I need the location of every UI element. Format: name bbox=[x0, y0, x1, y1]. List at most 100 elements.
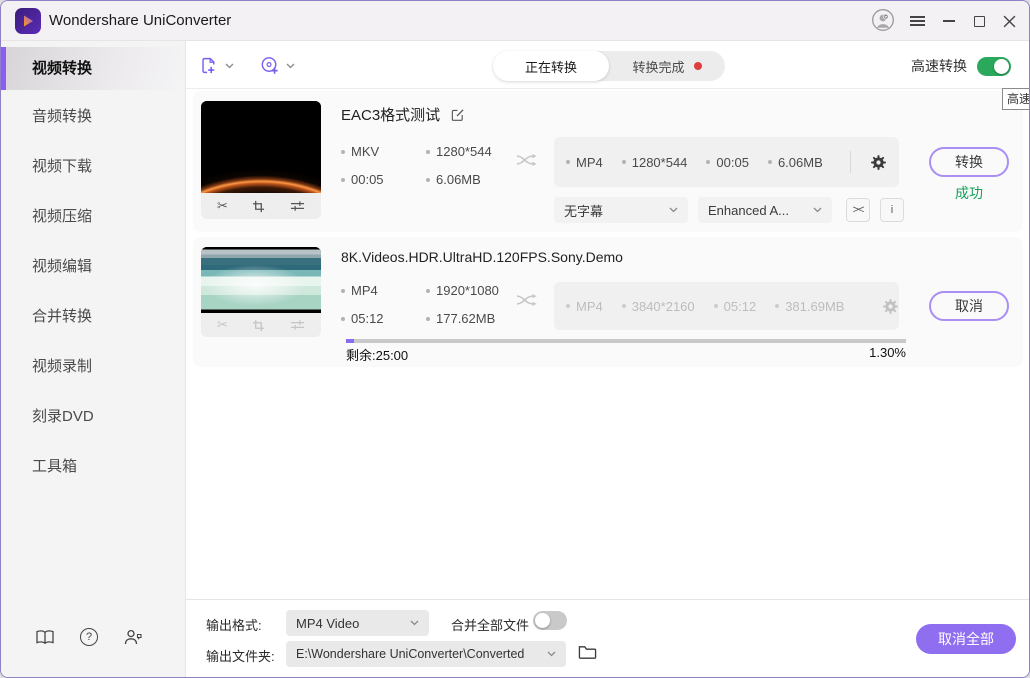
source-format: MP4 bbox=[341, 283, 378, 298]
contact-support-icon[interactable] bbox=[121, 625, 145, 649]
target-format: MP4 bbox=[566, 299, 603, 314]
close-button[interactable] bbox=[997, 9, 1021, 33]
target-size: 381.69MB bbox=[775, 299, 844, 314]
video-thumbnail-2[interactable]: ✂ bbox=[201, 247, 321, 337]
sidebar-item-toolbox[interactable]: 工具箱 bbox=[1, 447, 185, 487]
chevron-down-icon bbox=[669, 207, 678, 213]
maximize-button[interactable] bbox=[967, 9, 991, 33]
target-duration: 00:05 bbox=[706, 155, 749, 170]
chevron-down-icon bbox=[286, 63, 295, 69]
audio-track-dropdown[interactable]: Enhanced A... bbox=[698, 197, 832, 223]
edit-toolbar-disabled: ✂ bbox=[201, 313, 321, 337]
app-title: Wondershare UniConverter bbox=[49, 1, 231, 41]
subtitle-dropdown[interactable]: 无字幕 bbox=[554, 197, 688, 223]
source-size: 6.06MB bbox=[426, 172, 481, 187]
video-thumbnail-1[interactable]: ✂ bbox=[201, 101, 321, 219]
output-format-dropdown[interactable]: MP4 Video bbox=[286, 610, 429, 636]
output-folder-label: 输出文件夹: bbox=[206, 646, 275, 665]
effects-sliders-icon[interactable] bbox=[290, 200, 305, 212]
tab-converting[interactable]: 正在转换 bbox=[493, 51, 609, 81]
source-size: 177.62MB bbox=[426, 311, 495, 326]
help-icon[interactable]: ? bbox=[77, 625, 101, 649]
audio-value: Enhanced A... bbox=[708, 203, 789, 218]
sidebar-item-video-edit[interactable]: 视频编辑 bbox=[1, 247, 185, 287]
app-logo-icon bbox=[15, 8, 41, 34]
time-remaining: 剩余:25:00 bbox=[346, 345, 408, 364]
target-resolution: 1280*544 bbox=[622, 155, 688, 170]
chevron-down-icon bbox=[225, 63, 234, 69]
minimize-button[interactable] bbox=[937, 9, 961, 33]
trim-icon[interactable]: ✂ bbox=[217, 198, 228, 214]
output-settings-box: MP4 1280*544 00:05 6.06MB bbox=[554, 137, 899, 187]
compress-icon[interactable]: >< bbox=[846, 198, 870, 222]
sidebar: 视频转换 音频转换 视频下载 视频压缩 视频编辑 合并转换 视频录制 刻录DVD… bbox=[1, 41, 186, 677]
thumbnail-image-solar bbox=[201, 101, 321, 193]
merge-all-label: 合并全部文件 bbox=[451, 615, 529, 634]
output-folder-dropdown[interactable]: E:\Wondershare UniConverter\Converted bbox=[286, 641, 566, 667]
toolbar: 正在转换 转换完成 高速转换 bbox=[186, 41, 1029, 89]
sidebar-item-video-compress[interactable]: 视频压缩 bbox=[1, 197, 185, 237]
source-duration: 05:12 bbox=[341, 311, 384, 326]
tab-finished-label: 转换完成 bbox=[632, 57, 684, 76]
file-title: 8K.Videos.HDR.UltraHD.120FPS.Sony.Demo bbox=[341, 249, 623, 265]
crop-icon bbox=[252, 319, 265, 332]
file-title: EAC3格式测试 bbox=[341, 104, 440, 125]
task-row-1: ✂ EAC3格式测试 MKV 1280*544 00:05 6.06MB bbox=[193, 91, 1023, 232]
crop-icon[interactable] bbox=[252, 200, 265, 213]
sidebar-item-audio-convert[interactable]: 音频转换 bbox=[1, 97, 185, 137]
sidebar-item-screen-record[interactable]: 视频录制 bbox=[1, 347, 185, 387]
output-folder-path: E:\Wondershare UniConverter\Converted bbox=[296, 647, 524, 661]
progress-bar bbox=[346, 339, 906, 343]
output-format-label: 输出格式: bbox=[206, 615, 262, 634]
convert-arrow-icon bbox=[515, 291, 540, 314]
tab-finished[interactable]: 转换完成 bbox=[609, 57, 725, 76]
source-resolution: 1920*1080 bbox=[426, 283, 499, 298]
footer-bar: 输出格式: MP4 Video 合并全部文件 输出文件夹: E:\Wonders… bbox=[186, 599, 1029, 677]
add-dvd-button[interactable] bbox=[258, 54, 295, 77]
subtitle-value: 无字幕 bbox=[564, 201, 603, 220]
sidebar-item-merge-convert[interactable]: 合并转换 bbox=[1, 297, 185, 337]
task-row-2: ✂ 8K.Videos.HDR.UltraHD.120FPS.Sony.Demo… bbox=[193, 237, 1023, 367]
sidebar-item-burn-dvd[interactable]: 刻录DVD bbox=[1, 397, 185, 437]
add-file-icon bbox=[197, 54, 220, 77]
info-icon[interactable]: i bbox=[880, 198, 904, 222]
fast-convert-tooltip: 高速 bbox=[1002, 88, 1030, 110]
cancel-button[interactable]: 取消 bbox=[929, 291, 1009, 321]
fast-convert-toggle[interactable] bbox=[977, 57, 1011, 76]
status-success: 成功 bbox=[929, 183, 1009, 203]
cancel-all-button[interactable]: 取消全部 bbox=[916, 624, 1016, 654]
chevron-down-icon bbox=[813, 207, 822, 213]
fast-convert-label: 高速转换 bbox=[911, 56, 967, 76]
source-format: MKV bbox=[341, 144, 379, 159]
app-window: Wondershare UniConverter 视频转换 音频转换 视频下载 bbox=[0, 0, 1030, 678]
target-size: 6.06MB bbox=[768, 155, 823, 170]
source-resolution: 1280*544 bbox=[426, 144, 492, 159]
effects-sliders-icon bbox=[290, 319, 305, 331]
add-files-button[interactable] bbox=[197, 54, 234, 77]
titlebar: Wondershare UniConverter bbox=[1, 1, 1029, 41]
progress-percent: 1.30% bbox=[869, 345, 906, 364]
convert-button[interactable]: 转换 bbox=[929, 147, 1009, 177]
sidebar-item-video-download[interactable]: 视频下载 bbox=[1, 147, 185, 187]
chevron-down-icon bbox=[410, 620, 419, 626]
open-folder-icon[interactable] bbox=[578, 644, 597, 665]
notification-dot bbox=[694, 62, 702, 70]
convert-arrow-icon bbox=[515, 151, 540, 174]
output-format-value: MP4 Video bbox=[296, 616, 359, 631]
user-guide-book-icon[interactable] bbox=[33, 625, 57, 649]
source-duration: 00:05 bbox=[341, 172, 384, 187]
settings-gear-icon-disabled bbox=[882, 298, 899, 315]
sidebar-item-video-convert[interactable]: 视频转换 bbox=[1, 47, 185, 90]
rename-icon[interactable] bbox=[450, 107, 465, 122]
merge-all-toggle[interactable] bbox=[533, 611, 567, 630]
output-settings-box-disabled: MP4 3840*2160 05:12 381.69MB bbox=[554, 282, 899, 330]
thumbnail-image-waterfall bbox=[201, 247, 321, 313]
trim-icon: ✂ bbox=[217, 317, 228, 333]
account-avatar[interactable] bbox=[871, 8, 895, 32]
menu-button[interactable] bbox=[905, 9, 929, 33]
fast-convert-control: 高速转换 bbox=[911, 56, 1011, 76]
target-format: MP4 bbox=[566, 155, 603, 170]
divider bbox=[850, 151, 851, 173]
settings-gear-icon[interactable] bbox=[870, 154, 887, 171]
convert-status-tabs: 正在转换 转换完成 bbox=[493, 51, 725, 81]
